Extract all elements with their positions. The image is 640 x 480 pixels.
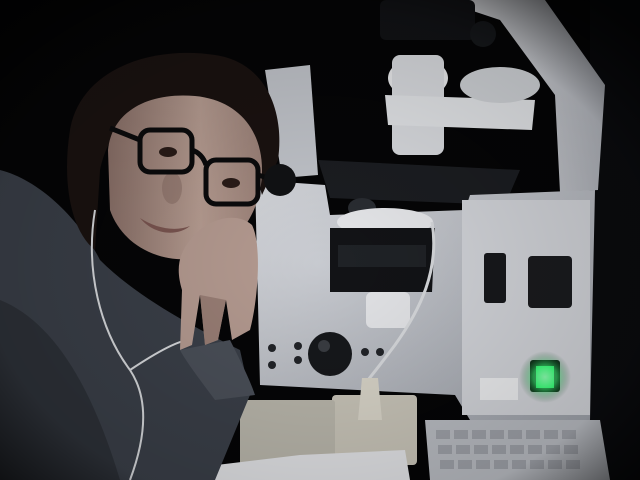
selfie-photo	[0, 0, 640, 480]
photo-vignette	[0, 0, 640, 480]
